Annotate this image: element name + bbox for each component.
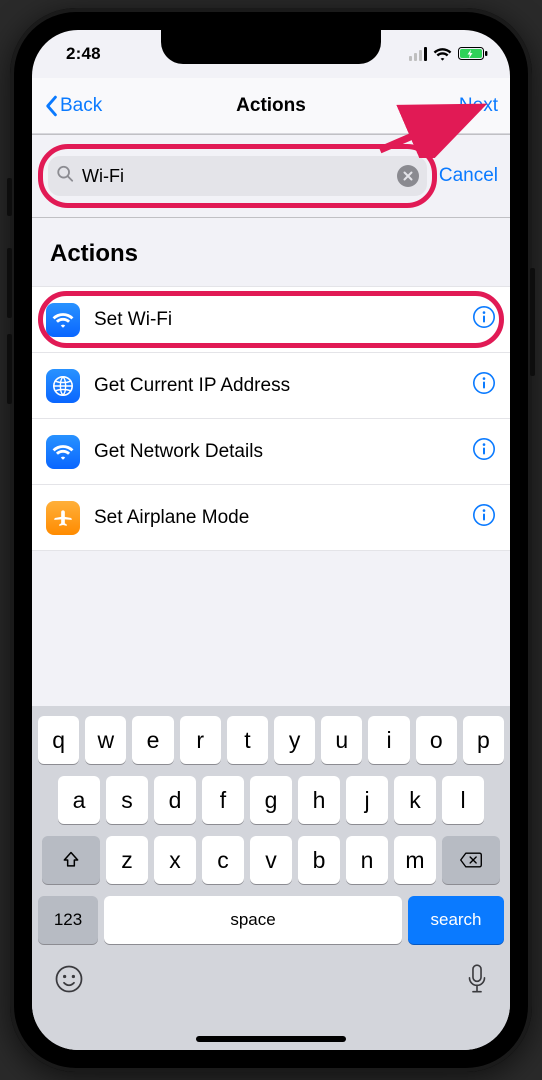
key-r[interactable]: r [180, 716, 221, 764]
key-a[interactable]: a [58, 776, 100, 824]
numeric-key[interactable]: 123 [38, 896, 98, 944]
keyboard[interactable]: q w e r t y u i o p a s d f g h [32, 706, 510, 1050]
cancel-button[interactable]: Cancel [433, 165, 498, 187]
key-h[interactable]: h [298, 776, 340, 824]
shift-key[interactable] [42, 836, 100, 884]
smiley-icon [54, 964, 84, 994]
key-m[interactable]: m [394, 836, 436, 884]
action-row-airplane-mode[interactable]: Set Airplane Mode [32, 485, 510, 551]
section-header-actions: Actions [50, 240, 138, 268]
cellular-signal-icon [409, 47, 427, 61]
key-f[interactable]: f [202, 776, 244, 824]
backspace-key[interactable] [442, 836, 500, 884]
airplane-icon [46, 501, 80, 535]
space-key[interactable]: space [104, 896, 402, 944]
info-icon [472, 503, 496, 527]
key-n[interactable]: n [346, 836, 388, 884]
search-key[interactable]: search [408, 896, 504, 944]
home-indicator[interactable] [196, 1036, 346, 1042]
key-p[interactable]: p [463, 716, 504, 764]
dictation-key[interactable] [466, 964, 488, 999]
key-x[interactable]: x [154, 836, 196, 884]
battery-charging-icon [458, 47, 488, 61]
key-k[interactable]: k [394, 776, 436, 824]
key-b[interactable]: b [298, 836, 340, 884]
key-y[interactable]: y [274, 716, 315, 764]
key-t[interactable]: t [227, 716, 268, 764]
key-i[interactable]: i [368, 716, 409, 764]
backspace-icon [459, 851, 483, 869]
key-q[interactable]: q [38, 716, 79, 764]
action-row-network-details[interactable]: Get Network Details [32, 419, 510, 485]
shift-icon [61, 850, 81, 870]
annotation-arrow [372, 102, 502, 158]
action-label: Get Current IP Address [94, 375, 472, 397]
annotation-highlight-row [38, 291, 504, 348]
key-e[interactable]: e [132, 716, 173, 764]
action-label: Get Network Details [94, 441, 472, 463]
info-icon [472, 371, 496, 395]
info-icon [472, 437, 496, 461]
key-o[interactable]: o [416, 716, 457, 764]
key-l[interactable]: l [442, 776, 484, 824]
key-s[interactable]: s [106, 776, 148, 824]
key-z[interactable]: z [106, 836, 148, 884]
wifi-icon [433, 47, 452, 61]
status-time: 2:48 [66, 44, 101, 64]
emoji-key[interactable] [54, 964, 84, 999]
info-button[interactable] [472, 437, 496, 466]
action-row-get-ip[interactable]: Get Current IP Address [32, 353, 510, 419]
info-button[interactable] [472, 503, 496, 532]
key-c[interactable]: c [202, 836, 244, 884]
info-button[interactable] [472, 371, 496, 400]
action-row-set-wifi[interactable]: Set Wi-Fi [32, 287, 510, 353]
action-label: Set Airplane Mode [94, 507, 472, 529]
wifi-icon [46, 435, 80, 469]
key-d[interactable]: d [154, 776, 196, 824]
key-u[interactable]: u [321, 716, 362, 764]
key-g[interactable]: g [250, 776, 292, 824]
globe-icon [46, 369, 80, 403]
key-w[interactable]: w [85, 716, 126, 764]
key-v[interactable]: v [250, 836, 292, 884]
microphone-icon [466, 964, 488, 994]
key-j[interactable]: j [346, 776, 388, 824]
